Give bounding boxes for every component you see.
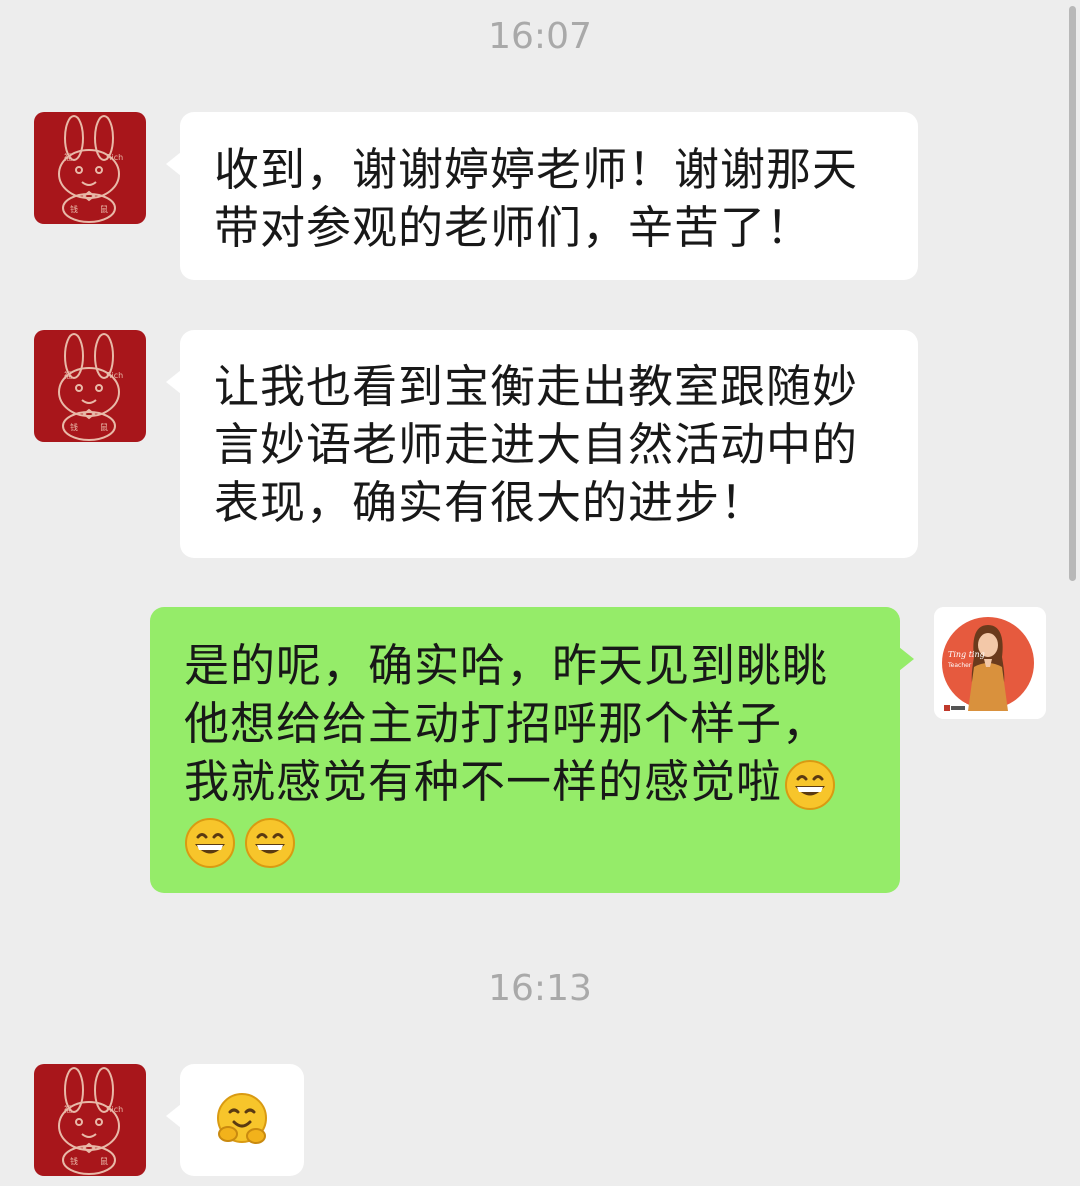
bubble-tail	[899, 647, 914, 671]
bubble-tail	[166, 1104, 181, 1128]
svg-text:钱: 钱	[70, 1156, 78, 1166]
bubble-tail	[166, 152, 181, 176]
svg-text:Ting ting: Ting ting	[948, 650, 985, 659]
svg-text:Rich: Rich	[106, 153, 123, 162]
contact-avatar[interactable]: 福 Rich 钱 鼠	[34, 112, 146, 224]
teacher-avatar-icon: Ting ting Teacher	[934, 607, 1046, 719]
svg-text:福: 福	[64, 1105, 72, 1114]
scrollbar[interactable]	[1069, 6, 1076, 581]
svg-text:福: 福	[64, 371, 72, 380]
timestamp: 16:13	[488, 968, 592, 1009]
contact-avatar[interactable]: 福 Rich 钱 鼠	[34, 330, 146, 442]
message-line: 带对参观的老师们，辛苦了！	[214, 201, 813, 254]
message-line: 让我也看到宝衡走出教室跟随妙	[214, 360, 859, 413]
red-rabbit-icon: 福 Rich 钱 鼠	[34, 330, 146, 442]
message-bubble[interactable]	[166, 1064, 304, 1176]
svg-text:Teacher: Teacher	[947, 662, 972, 669]
message-line: 我就感觉有种不一样的感觉啦	[184, 755, 783, 808]
red-rabbit-icon: 福 Rich 钱 鼠	[34, 112, 146, 224]
svg-text:福: 福	[64, 153, 72, 162]
svg-text:钱: 钱	[70, 422, 78, 432]
svg-text:鼠: 鼠	[100, 423, 108, 432]
message-line: 收到，谢谢婷婷老师！谢谢那天	[214, 143, 859, 196]
message-line: 是的呢，确实哈，昨天见到眺眺	[184, 639, 829, 692]
svg-text:Rich: Rich	[106, 371, 123, 380]
grinning-emoji-icon	[185, 818, 235, 868]
message-bubble[interactable]: 收到，谢谢婷婷老师！谢谢那天 带对参观的老师们，辛苦了！	[166, 112, 918, 280]
svg-text:Rich: Rich	[106, 1105, 123, 1114]
grinning-emoji-icon	[785, 760, 836, 810]
hugging-emoji-icon	[217, 1093, 267, 1144]
grinning-emoji-icon	[245, 818, 295, 868]
contact-avatar[interactable]: 福 Rich 钱 鼠	[34, 1064, 146, 1176]
svg-text:钱: 钱	[70, 204, 78, 214]
message-line: 言妙语老师走进大自然活动中的	[214, 418, 859, 471]
bubble-tail	[166, 370, 181, 394]
svg-text:鼠: 鼠	[100, 1157, 108, 1166]
message-bubble[interactable]: 让我也看到宝衡走出教室跟随妙 言妙语老师走进大自然活动中的 表现，确实有很大的进…	[166, 330, 918, 558]
message-line: 他想给给主动打招呼那个样子，	[184, 697, 829, 750]
red-rabbit-icon: 福 Rich 钱 鼠	[34, 1064, 146, 1176]
chat-window: 16:07 福 Rich 钱 鼠 收到，谢谢婷婷老师！谢谢那天 带对参观的老师们…	[0, 0, 1080, 1186]
svg-text:鼠: 鼠	[100, 205, 108, 214]
message-line: 表现，确实有很大的进步！	[214, 476, 767, 529]
message-bubble[interactable]: 是的呢，确实哈，昨天见到眺眺 他想给给主动打招呼那个样子， 我就感觉有种不一样的…	[150, 607, 914, 893]
timestamp: 16:07	[488, 16, 592, 57]
self-avatar[interactable]: Ting ting Teacher	[934, 607, 1046, 719]
